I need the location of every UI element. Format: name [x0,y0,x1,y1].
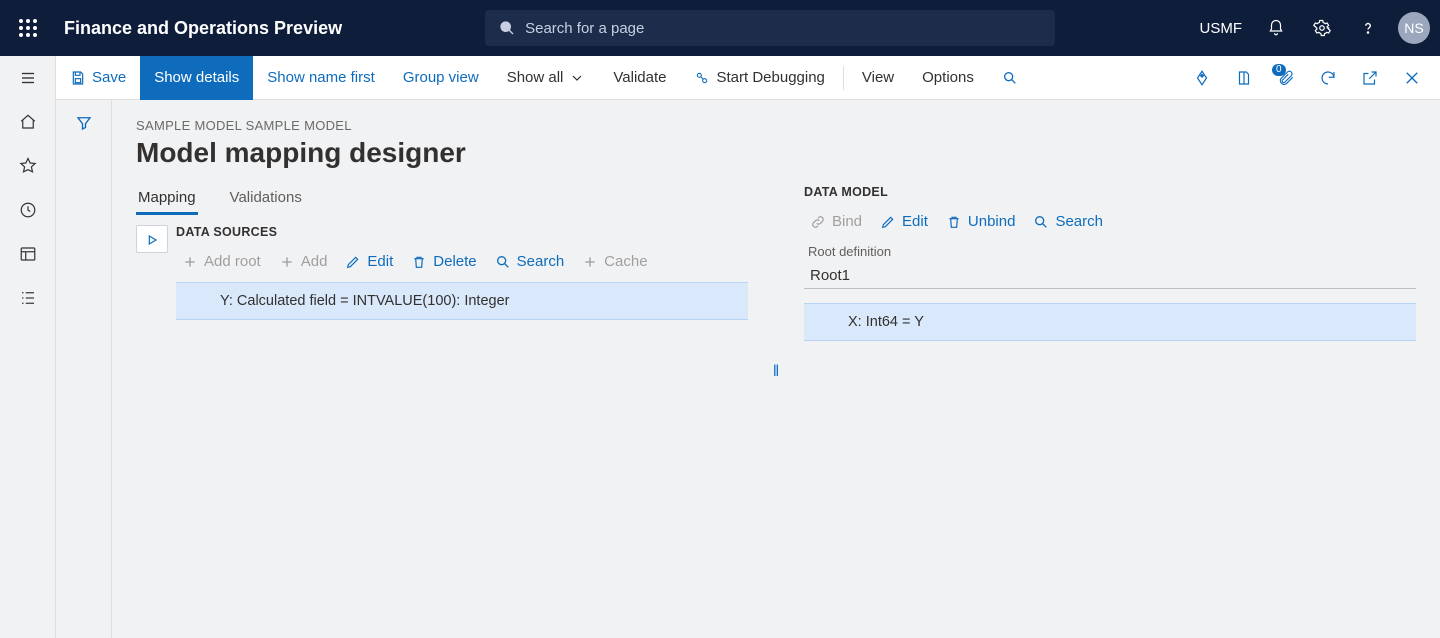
trash-icon [946,214,962,230]
page-title: Model mapping designer [136,137,1416,169]
add-label: Add [301,253,328,270]
filter-pane-toggle[interactable] [56,100,112,638]
tab-mapping[interactable]: Mapping [136,183,198,215]
show-name-first-button[interactable]: Show name first [253,56,389,100]
home-icon[interactable] [0,100,55,144]
ds-search-label: Search [517,253,565,270]
save-label: Save [92,69,126,86]
tab-validations[interactable]: Validations [228,183,304,215]
hamburger-icon[interactable] [0,56,55,100]
show-all-label: Show all [507,69,564,86]
show-all-dropdown[interactable]: Show all [493,56,600,100]
add-root-label: Add root [204,253,261,270]
modules-icon[interactable] [0,276,55,320]
dm-search-button[interactable]: Search [1033,213,1103,230]
trash-icon [411,254,427,270]
data-model-row[interactable]: X: Int64 = Y [804,303,1416,341]
plus-icon [582,254,598,270]
recent-icon[interactable] [0,188,55,232]
plus-icon [279,254,295,270]
unbind-button[interactable]: Unbind [946,213,1016,230]
show-details-button[interactable]: Show details [140,56,253,100]
search-icon [495,254,511,270]
start-debugging-button[interactable]: Start Debugging [680,56,838,100]
power-apps-icon[interactable] [1182,58,1222,98]
pencil-icon [345,254,361,270]
top-app-bar: Finance and Operations Preview Search fo… [0,0,1440,56]
popout-icon[interactable] [1350,58,1390,98]
refresh-icon[interactable] [1308,58,1348,98]
company-picker[interactable]: USMF [1192,20,1251,37]
group-view-button[interactable]: Group view [389,56,493,100]
search-placeholder: Search for a page [525,20,644,37]
root-definition-field[interactable]: Root1 [804,263,1416,289]
search-icon [1002,70,1018,86]
attachments-icon[interactable]: 0 [1266,58,1306,98]
data-model-heading: DATA MODEL [804,185,1416,199]
bind-label: Bind [832,213,862,230]
left-nav-rail [0,56,56,638]
cache-label: Cache [604,253,647,270]
favorites-icon[interactable] [0,144,55,188]
delete-label: Delete [433,253,476,270]
options-menu[interactable]: Options [908,56,988,100]
data-source-row[interactable]: Y: Calculated field = INTVALUE(100): Int… [176,282,748,320]
filter-icon [75,114,93,132]
validate-button[interactable]: Validate [599,56,680,100]
delete-button[interactable]: Delete [411,253,476,270]
dm-edit-button[interactable]: Edit [880,213,928,230]
help-icon[interactable] [1348,8,1388,48]
attachments-badge: 0 [1272,64,1286,76]
close-icon[interactable] [1392,58,1432,98]
add-button[interactable]: Add [279,253,328,270]
dm-search-label: Search [1055,213,1103,230]
notifications-icon[interactable] [1256,8,1296,48]
divider [843,66,844,90]
workspaces-icon[interactable] [0,232,55,276]
data-sources-heading: DATA SOURCES [176,225,748,239]
dm-edit-label: Edit [902,213,928,230]
plus-icon [182,254,198,270]
action-bar: Save Show details Show name first Group … [56,56,1440,100]
cache-button[interactable]: Cache [582,253,647,270]
waffle-icon[interactable] [0,19,56,37]
unbind-label: Unbind [968,213,1016,230]
edit-button[interactable]: Edit [345,253,393,270]
root-definition-label: Root definition [808,244,1416,259]
chevron-down-icon [569,70,585,86]
start-debugging-label: Start Debugging [716,69,824,86]
tabs: Mapping Validations [136,183,748,215]
breadcrumb: SAMPLE MODEL SAMPLE MODEL [136,118,1416,133]
search-icon [1033,214,1049,230]
link-icon [810,214,826,230]
expand-panel-button[interactable] [136,225,168,253]
action-search-button[interactable] [988,56,1032,100]
user-avatar[interactable]: NS [1398,12,1430,44]
office-icon[interactable] [1224,58,1264,98]
ds-search-button[interactable]: Search [495,253,565,270]
settings-icon[interactable] [1302,8,1342,48]
top-right-actions: USMF NS [1192,8,1440,48]
view-menu[interactable]: View [848,56,908,100]
data-sources-toolbar: Add root Add Edit [176,249,748,282]
global-search[interactable]: Search for a page [485,10,1055,46]
play-icon [144,232,160,248]
debug-icon [694,70,710,86]
save-button[interactable]: Save [56,56,140,100]
add-root-button[interactable]: Add root [182,253,261,270]
app-title: Finance and Operations Preview [56,18,350,39]
pencil-icon [880,214,896,230]
edit-label: Edit [367,253,393,270]
data-model-toolbar: Bind Edit Unbind [804,209,1416,242]
bind-button[interactable]: Bind [810,213,862,230]
column-splitter[interactable]: ‖ [772,183,780,628]
